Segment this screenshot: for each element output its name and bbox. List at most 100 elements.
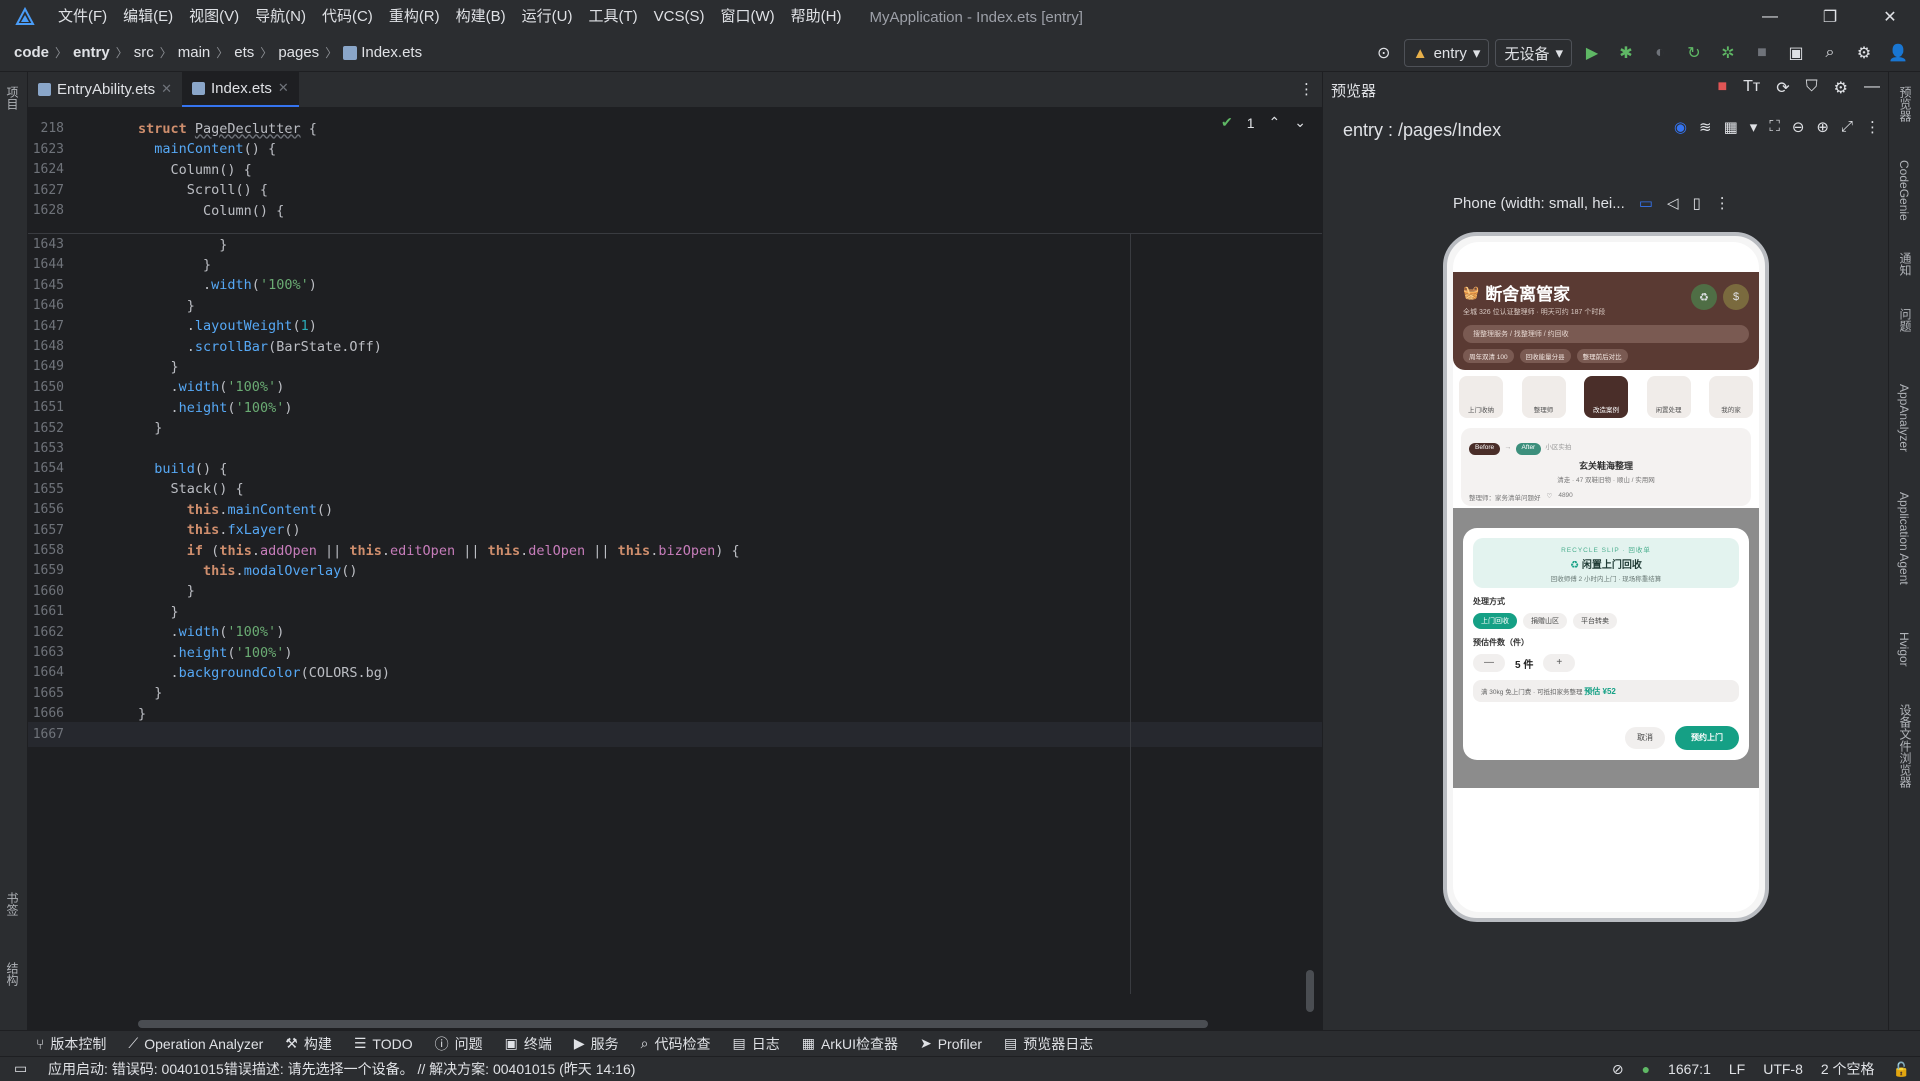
grid-icon[interactable]: ▦	[1724, 118, 1738, 136]
category-item-selected[interactable]: 改造案例	[1584, 376, 1628, 418]
profiler-tool-button[interactable]: ➤ Profiler	[920, 1035, 982, 1052]
close-tab-icon[interactable]: ✕	[278, 80, 289, 96]
breadcrumb-module[interactable]: entry	[73, 44, 110, 61]
build-tool-button[interactable]: ⚒ 构建	[285, 1034, 332, 1054]
settings-icon[interactable]: ⚙	[1834, 78, 1848, 98]
breadcrumb-pages[interactable]: pages	[278, 44, 319, 61]
menu-edit[interactable]: 编辑(E)	[115, 0, 181, 34]
breadcrumb-project[interactable]: code	[14, 44, 49, 61]
problems-tool-button[interactable]: 问题	[1897, 308, 1914, 332]
ruler-icon[interactable]: ⋮	[1865, 118, 1880, 136]
vcs-tool-button[interactable]: ⑂ 版本控制	[36, 1034, 106, 1054]
cancel-button[interactable]: 取消	[1625, 727, 1665, 749]
stop-icon[interactable]: ■	[1748, 39, 1776, 67]
restore-icon[interactable]: ❐	[1800, 0, 1860, 34]
menu-navigate[interactable]: 导航(N)	[247, 0, 314, 34]
arkui-inspector-tool-button[interactable]: ▦ ArkUI检查器	[802, 1034, 898, 1054]
account-icon[interactable]: 👤	[1884, 39, 1912, 67]
todo-tool-button[interactable]: ☰ TODO	[354, 1035, 413, 1052]
previewer-log-tool-button[interactable]: ▤ 预览器日志	[1004, 1034, 1093, 1054]
device-selector[interactable]: 无设备 ▾	[1495, 39, 1572, 67]
module-selector[interactable]: ▲ entry ▾	[1403, 39, 1490, 67]
codegenie-tool-button[interactable]: CodeGenie	[1897, 160, 1911, 221]
notifications-tool-button[interactable]: 通知	[1897, 252, 1914, 276]
menu-help[interactable]: 帮助(H)	[783, 0, 850, 34]
menu-view[interactable]: 视图(V)	[181, 0, 247, 34]
search-icon[interactable]: ⌕	[1816, 39, 1844, 67]
breadcrumb-file[interactable]: Index.ets	[361, 44, 422, 61]
rotate-icon[interactable]: ◁	[1667, 194, 1679, 212]
category-item[interactable]: 上门收纳	[1459, 376, 1503, 418]
chip[interactable]: 整理前后对比	[1576, 349, 1628, 363]
menu-file[interactable]: 文件(F)	[50, 0, 115, 34]
lock-icon[interactable]: 🔓	[1893, 1061, 1910, 1078]
minimize-icon[interactable]: —	[1740, 0, 1800, 34]
inspector-icon[interactable]: ⛉	[1806, 78, 1818, 98]
settings-icon[interactable]: ⚙	[1850, 39, 1878, 67]
coin-icon[interactable]: $	[1723, 284, 1749, 310]
application-agent-tool-button[interactable]: Application Agent	[1897, 492, 1911, 585]
file-encoding[interactable]: UTF-8	[1763, 1061, 1803, 1077]
project-tool-button[interactable]: 项目	[4, 86, 21, 110]
no-power-save-icon[interactable]: ⊘	[1612, 1061, 1624, 1078]
chevron-down-icon[interactable]: ▾	[1750, 118, 1758, 136]
services-tool-button[interactable]: ▶ 服务	[574, 1034, 619, 1054]
more-vertical-icon[interactable]: ⋮	[1715, 194, 1730, 212]
attach-debugger-icon[interactable]: ◐	[1646, 39, 1674, 67]
status-message[interactable]: 应用启动: 错误码: 00401015错误描述: 请先选择一个设备。 // 解决…	[48, 1059, 635, 1079]
log-tool-button[interactable]: ▤ 日志	[732, 1034, 779, 1054]
previewer-tool-button[interactable]: 预览器	[1897, 86, 1914, 122]
fit-icon[interactable]: ⤢	[1841, 118, 1853, 136]
sticky-scroll-header[interactable]: ✔ 1 ⌃ ⌄ 218 struct PageDeclutter {1623 ma…	[28, 108, 1322, 234]
method-option[interactable]: 平台转卖	[1573, 613, 1617, 629]
line-ending[interactable]: LF	[1729, 1061, 1745, 1077]
tab-index[interactable]: Index.ets ✕	[182, 71, 299, 107]
recycle-icon[interactable]: ♻	[1691, 284, 1717, 310]
tab-entryability[interactable]: EntryAbility.ets ✕	[28, 71, 182, 107]
menu-refactor[interactable]: 重构(R)	[381, 0, 448, 34]
method-option[interactable]: 捐赠山区	[1523, 613, 1567, 629]
indent-setting[interactable]: 2 个空格	[1821, 1059, 1875, 1079]
zoom-in-icon[interactable]: ⊕	[1816, 118, 1829, 136]
hide-panel-icon[interactable]: —	[1864, 78, 1880, 98]
terminal-tool-button[interactable]: ▣ 终端	[505, 1034, 552, 1054]
device-manager-icon[interactable]: ▣	[1782, 39, 1810, 67]
hvigor-tool-button[interactable]: Hvigor	[1897, 632, 1911, 667]
chip[interactable]: 回收能量分县	[1519, 349, 1571, 363]
apply-code-changes-icon[interactable]: ✲	[1714, 39, 1742, 67]
zoom-out-icon[interactable]: ⊖	[1792, 118, 1805, 136]
category-item[interactable]: 整理师	[1521, 376, 1566, 418]
menu-code[interactable]: 代码(C)	[314, 0, 381, 34]
case-card[interactable]: Before → After 小区实拍 玄关鞋海整理 清走 · 47 双鞋旧物 …	[1461, 428, 1751, 506]
category-item[interactable]: 我的家	[1709, 376, 1753, 418]
menu-build[interactable]: 构建(B)	[448, 0, 514, 34]
phone-screen[interactable]: 🧺 断舍离管家 全城 326 位认证整理师 · 明天可约 187 个时段 搜整理…	[1453, 242, 1759, 912]
debug-icon[interactable]: ✱	[1612, 39, 1640, 67]
refresh-icon[interactable]: ⟳	[1776, 78, 1789, 98]
device-profile-label[interactable]: Phone (width: small, hei...	[1453, 195, 1625, 212]
stop-preview-icon[interactable]: ■	[1717, 78, 1727, 98]
close-tab-icon[interactable]: ✕	[161, 81, 172, 97]
problems-tool-button[interactable]: ⓘ 问题	[435, 1034, 483, 1054]
device-type-icon[interactable]: ▭	[1639, 194, 1653, 212]
eye-icon[interactable]: ◉	[1674, 118, 1687, 136]
decrement-button[interactable]: —	[1473, 654, 1505, 672]
close-icon[interactable]: ✕	[1860, 0, 1920, 34]
increment-button[interactable]: +	[1543, 654, 1576, 672]
menu-vcs[interactable]: VCS(S)	[646, 0, 713, 34]
method-option-selected[interactable]: 上门回收	[1473, 613, 1517, 629]
menu-window[interactable]: 窗口(W)	[712, 0, 782, 34]
confirm-button[interactable]: 预约上门	[1675, 726, 1739, 750]
appanalyzer-tool-button[interactable]: AppAnalyzer	[1897, 384, 1911, 452]
chip[interactable]: 周年双清 100	[1463, 349, 1514, 363]
code-inspection-tool-button[interactable]: ⌕ 代码检查	[641, 1034, 711, 1054]
panel-toggle-icon[interactable]: ▭	[14, 1060, 27, 1077]
code-area[interactable]: ✔ 1 ⌃ ⌄ 218 struct PageDeclutter {1623 ma…	[28, 108, 1322, 1030]
menu-run[interactable]: 运行(U)	[514, 0, 581, 34]
font-size-icon[interactable]: Tт	[1743, 78, 1760, 98]
run-icon[interactable]: ▶	[1578, 39, 1606, 67]
breadcrumb-main[interactable]: main	[178, 44, 211, 61]
breadcrumb-ets[interactable]: ets	[234, 44, 254, 61]
menu-tools[interactable]: 工具(T)	[580, 0, 645, 34]
device-file-browser-tool-button[interactable]: 设备文件浏览器	[1897, 704, 1914, 788]
